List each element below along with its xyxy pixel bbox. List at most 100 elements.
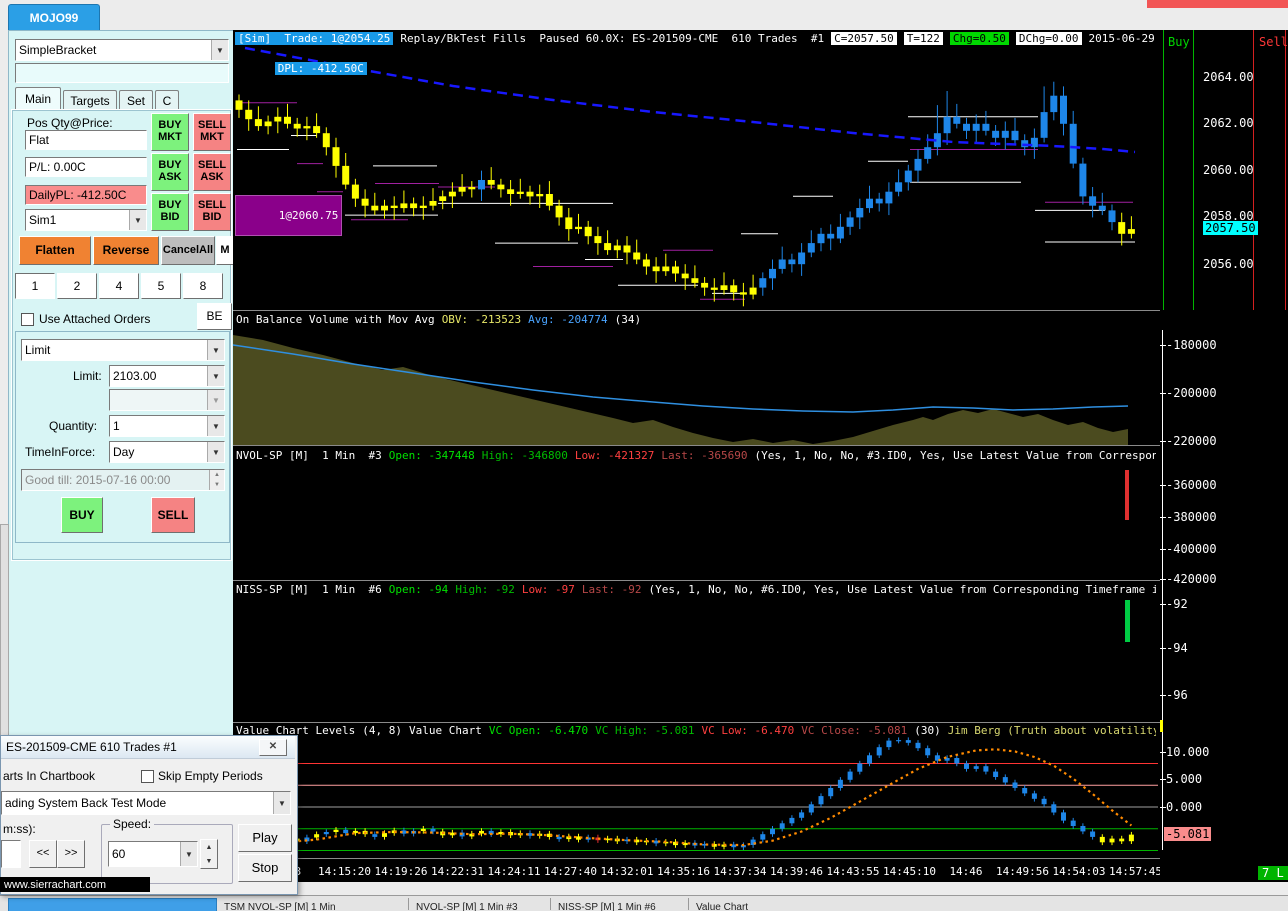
- daily-pl-field: DailyPL: -412.50C: [25, 185, 147, 205]
- chevron-down-icon[interactable]: ▼: [211, 40, 228, 60]
- pos-qty-field[interactable]: Flat: [25, 130, 147, 150]
- qty-preset-2[interactable]: 2: [57, 273, 97, 299]
- spinner-up-icon[interactable]: ▲: [214, 472, 220, 478]
- sell-order-button[interactable]: SELL: [151, 497, 195, 533]
- sell-mkt-button[interactable]: SELL MKT: [193, 113, 231, 151]
- titlebar-red-fragment: [1147, 0, 1288, 8]
- replay-dialog[interactable]: ES-201509-CME 610 Trades #1 ✕ arts In Ch…: [0, 735, 298, 895]
- tab-c[interactable]: C: [155, 90, 179, 110]
- active-chart-tab[interactable]: [8, 898, 217, 911]
- trade-window-tab[interactable]: MOJO99: [8, 4, 100, 31]
- sell-bid-button[interactable]: SELL BID: [193, 193, 231, 231]
- scale-tick-label: 5.000: [1166, 772, 1203, 786]
- flatten-button[interactable]: Flatten: [19, 236, 91, 265]
- cancel-all-button[interactable]: CancelAll: [161, 236, 215, 265]
- chevron-down-icon[interactable]: ▼: [207, 442, 224, 462]
- chevron-down-icon[interactable]: ▼: [129, 210, 146, 230]
- scale-tick: [1160, 752, 1166, 753]
- obv-length: (34): [614, 313, 642, 326]
- speed-value: 60: [112, 847, 126, 861]
- dchg-chip: DChg=0.00: [1015, 32, 1082, 45]
- order-type-combo[interactable]: Limit ▼: [21, 339, 225, 361]
- step-forward-button[interactable]: >>: [57, 840, 85, 868]
- spinner-up-down[interactable]: ▲ ▼: [209, 470, 224, 490]
- time-tick-label: 14:49:56: [996, 865, 1049, 878]
- order-entry-group: [15, 331, 230, 543]
- step-forward-label: >>: [64, 847, 78, 860]
- stop-button[interactable]: Stop: [238, 854, 292, 882]
- strategy-combo[interactable]: SimpleBracket ▼: [15, 39, 229, 61]
- step-back-button[interactable]: <<: [29, 840, 57, 868]
- use-attached-checkbox[interactable]: [21, 313, 34, 326]
- qty-preset-5[interactable]: 5: [141, 273, 181, 299]
- step-back-label: <<: [36, 847, 50, 860]
- sierrachart-link-bar[interactable]: www.sierrachart.com: [0, 877, 150, 892]
- speed-spinner[interactable]: ▲ ▼: [200, 839, 218, 869]
- qty-preset-8[interactable]: 8: [183, 273, 223, 299]
- buy-ask-button[interactable]: BUY ASK: [151, 153, 189, 191]
- replay-dialog-titlebar[interactable]: ES-201509-CME 610 Trades #1 ✕: [1, 736, 295, 759]
- scale-tick-label: -360000: [1166, 478, 1217, 492]
- buy-bid-button[interactable]: BUY BID: [151, 193, 189, 231]
- chart-region[interactable]: [Sim] Trade: 1@2054.25 Replay/BkTest Fil…: [233, 30, 1162, 882]
- stop-label: Stop: [251, 860, 279, 876]
- pl-value: P/L: 0.00C: [29, 160, 86, 174]
- obv-header: On Balance Volume with Mov Avg OBV: -213…: [236, 313, 1156, 326]
- tab-targets[interactable]: Targets: [63, 90, 117, 110]
- start-time-field-fragment[interactable]: [1, 840, 21, 868]
- be-button[interactable]: BE: [197, 303, 232, 330]
- sell-ask-label: SELL ASK: [198, 159, 227, 183]
- secondary-price-combo[interactable]: ▼: [109, 389, 225, 411]
- use-attached-label: Use Attached Orders: [39, 312, 151, 326]
- vc-length: (30): [914, 724, 941, 737]
- chart-tab-fragment[interactable]: NISS-SP [M] 1 Min #6: [558, 902, 656, 911]
- chart-tab-fragment[interactable]: NVOL-SP [M] 1 Min #3: [416, 902, 518, 911]
- vc-note: Jim Berg (Truth about volatility): [947, 724, 1156, 737]
- close-icon[interactable]: ✕: [259, 738, 287, 756]
- sell-mkt-label: SELL MKT: [198, 119, 227, 143]
- replay-mode-combo[interactable]: ading System Back Test Mode ▼: [1, 791, 291, 815]
- strategy-status-field: [15, 63, 229, 83]
- chevron-down-icon[interactable]: ▼: [180, 842, 197, 866]
- spinner-down-icon[interactable]: ▼: [206, 858, 213, 865]
- tab-set[interactable]: Set: [119, 90, 153, 110]
- nvol-open: Open: -347448: [388, 449, 475, 462]
- niss-header: NISS-SP [M] 1 Min #6 Open: -94 High: -92…: [236, 583, 1156, 596]
- m-button[interactable]: M: [216, 236, 234, 265]
- buy-mkt-label: BUY MKT: [158, 119, 182, 143]
- qty-preset-4[interactable]: 4: [99, 273, 139, 299]
- reverse-button[interactable]: Reverse: [93, 236, 159, 265]
- chevron-down-icon[interactable]: ▼: [207, 416, 224, 436]
- play-button[interactable]: Play: [238, 824, 292, 852]
- chevron-down-icon[interactable]: ▼: [207, 366, 224, 386]
- left-splitter[interactable]: [0, 524, 9, 742]
- time-tick-label: 14:39:46: [770, 865, 823, 878]
- spinner-up-icon[interactable]: ▲: [206, 844, 213, 851]
- nvol-last: Last: -365690: [661, 449, 748, 462]
- obv-avg: Avg: -204774: [528, 313, 608, 326]
- speed-combo[interactable]: 60 ▼: [108, 841, 198, 867]
- buy-column-label: Buy: [1168, 35, 1190, 49]
- price-scale-region[interactable]: Buy Sell 2064.00 2062.00 2060.00 2058.00 205…: [1160, 30, 1288, 882]
- replay-dialog-title: ES-201509-CME 610 Trades #1: [6, 740, 177, 754]
- niss-high: High: -92: [455, 583, 515, 596]
- dpl-chip: DPL: -412.50C: [274, 62, 367, 75]
- limit-price-combo[interactable]: 2103.00 ▼: [109, 365, 225, 387]
- chart-tab-fragment[interactable]: TSM NVOL-SP [M] 1 Min: [224, 902, 336, 911]
- limit-price-value: 2103.00: [113, 369, 157, 383]
- quantity-combo[interactable]: 1 ▼: [109, 415, 225, 437]
- buy-order-button[interactable]: BUY: [61, 497, 103, 533]
- skip-empty-checkbox[interactable]: [141, 770, 154, 783]
- niss-settings: (Yes, 1, No, No, #6.ID0, Yes, Use Latest…: [648, 583, 1156, 596]
- speed-group: Speed: 60 ▼ ▲ ▼: [101, 817, 233, 884]
- account-combo[interactable]: Sim1 ▼: [25, 209, 147, 231]
- tab-main[interactable]: Main: [15, 87, 61, 110]
- tif-combo[interactable]: Day ▼: [109, 441, 225, 463]
- chevron-down-icon[interactable]: ▼: [207, 340, 224, 360]
- buy-mkt-button[interactable]: BUY MKT: [151, 113, 189, 151]
- chart-tab-fragment[interactable]: Value Chart: [696, 902, 748, 911]
- sell-ask-button[interactable]: SELL ASK: [193, 153, 231, 191]
- qty-preset-1[interactable]: 1: [15, 273, 55, 299]
- spinner-down-icon[interactable]: ▼: [214, 482, 220, 488]
- chevron-down-icon[interactable]: ▼: [273, 792, 290, 814]
